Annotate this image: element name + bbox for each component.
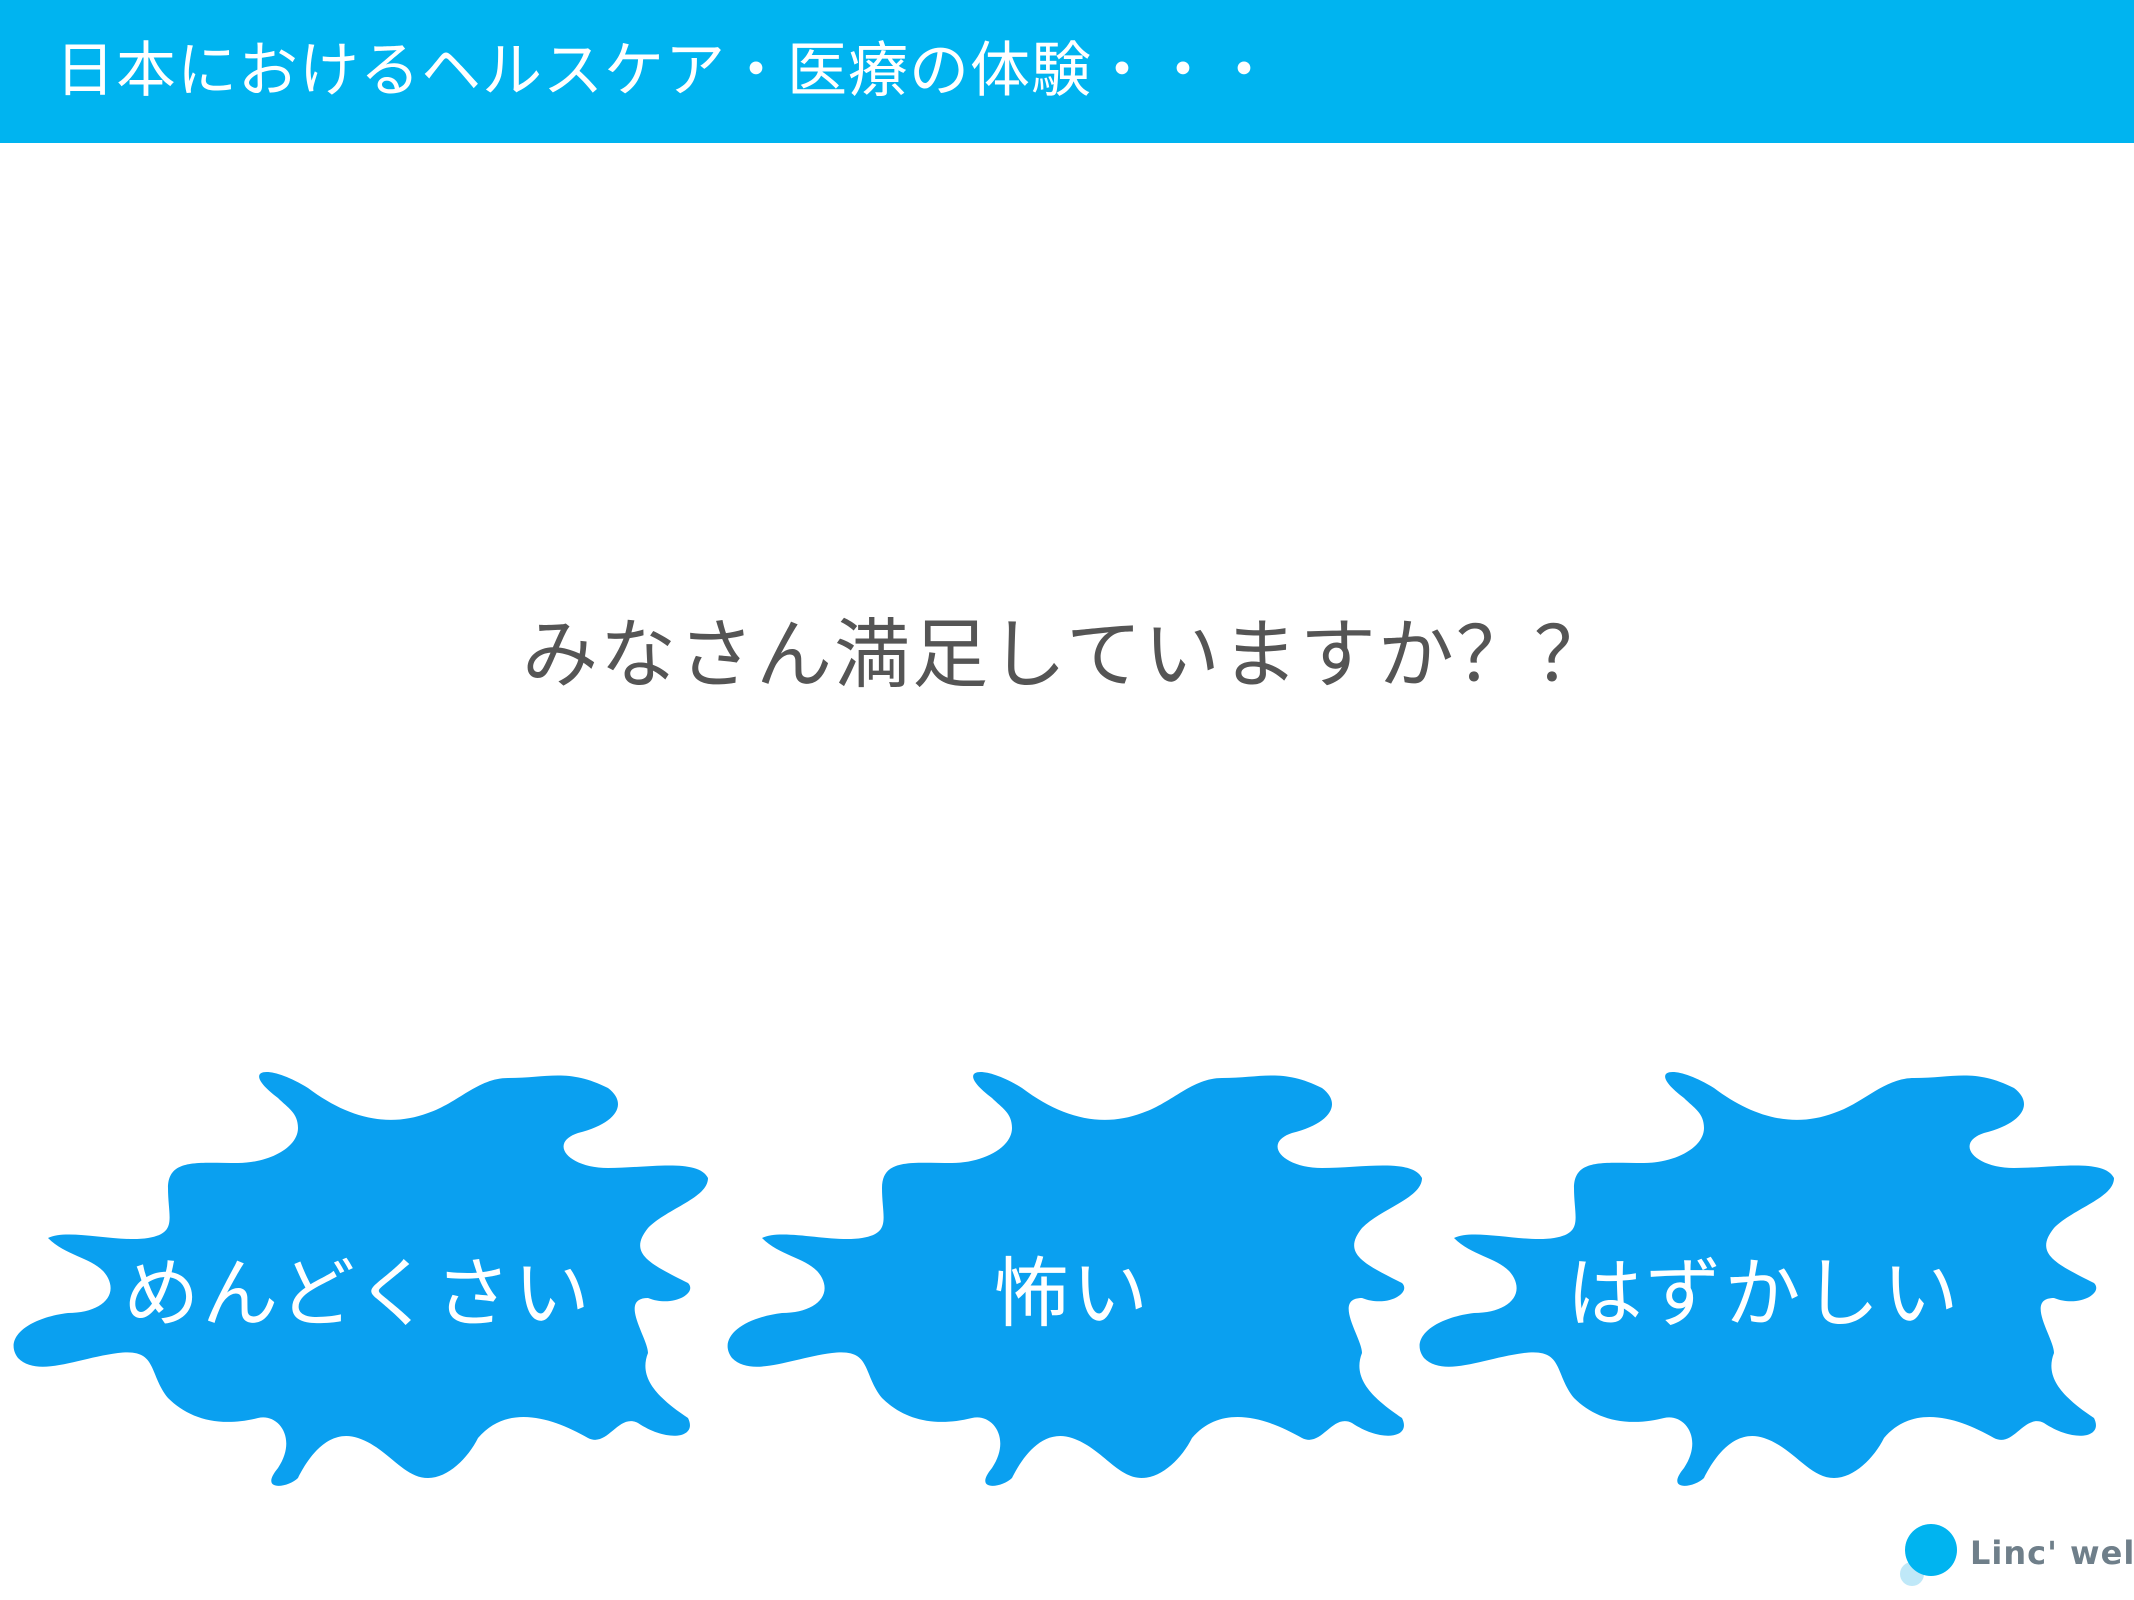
splat-label: めんどくさい — [123, 1249, 593, 1338]
logo-dot-large — [1905, 1524, 1957, 1576]
question-text: みなさん満足していますか？？ — [522, 610, 1612, 699]
splat-bubble: めんどくさい — [8, 1068, 708, 1492]
splat-bubble: はずかしい — [1414, 1068, 2114, 1492]
splat-label: はずかしい — [1566, 1249, 1962, 1338]
splat-label: 怖い — [993, 1249, 1151, 1338]
splat-bubble: 怖い — [722, 1068, 1422, 1492]
lincwell-logo: Linc' well — [1900, 1522, 2134, 1590]
slide-title: 日本におけるヘルスケア・医療の体験・・・ — [55, 36, 1275, 106]
logo-text: Linc' well — [1970, 1534, 2134, 1572]
header-bar: 日本におけるヘルスケア・医療の体験・・・ — [0, 0, 2134, 143]
